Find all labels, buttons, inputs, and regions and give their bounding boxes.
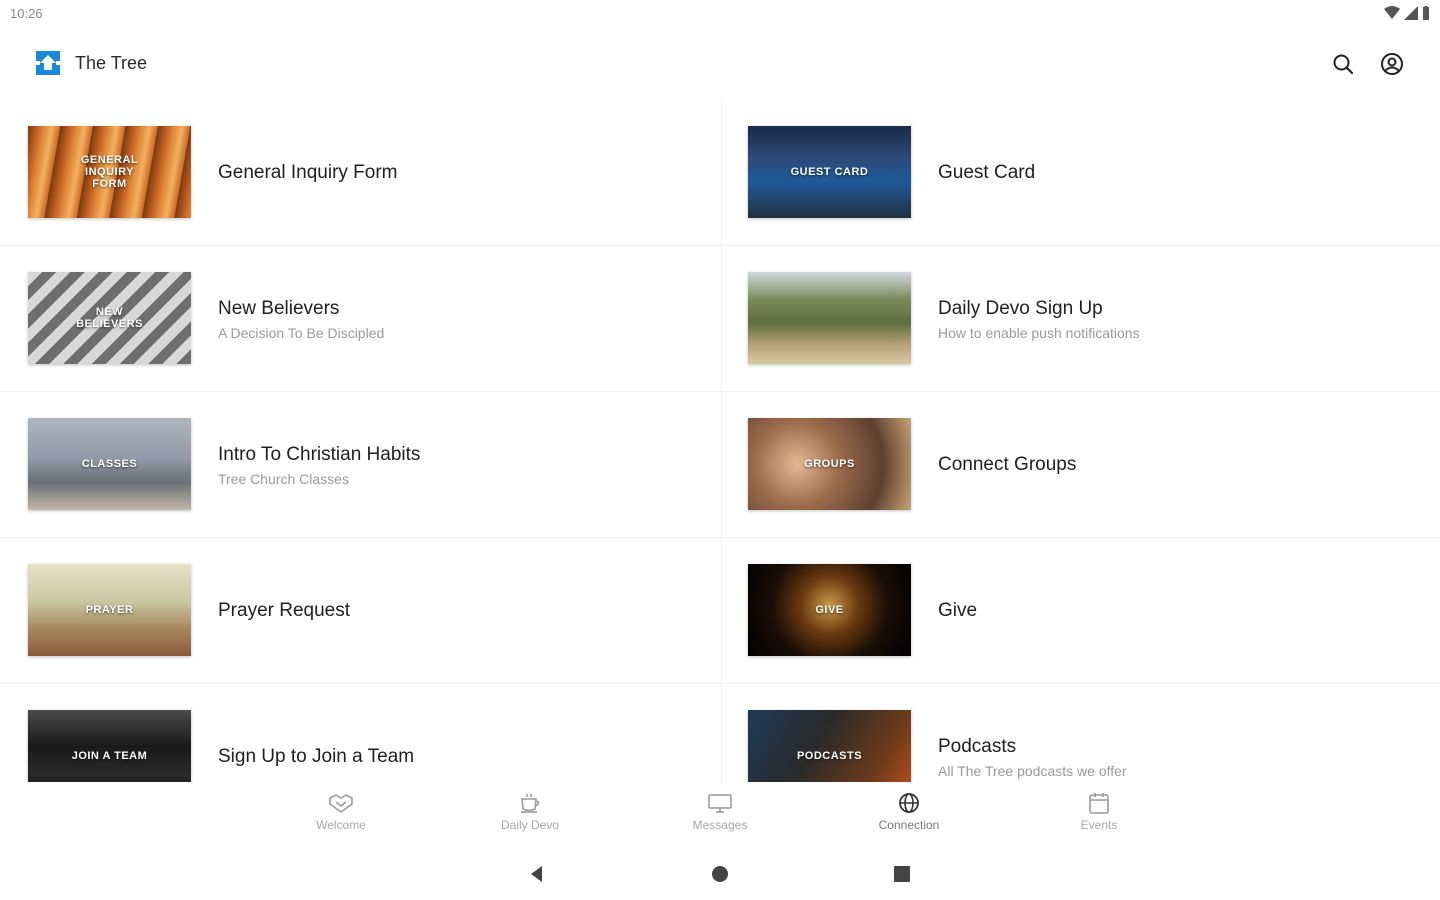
system-recents-button[interactable]	[890, 862, 914, 886]
card-connect-groups[interactable]: GROUPS Connect Groups	[720, 392, 1440, 538]
thumbnail-podcasts: PODCASTS	[748, 710, 911, 782]
system-back-button[interactable]	[525, 862, 549, 886]
back-icon	[531, 866, 542, 882]
thumbnail-label: GENERAL INQUIRY FORM	[80, 154, 139, 190]
card-subtitle: Tree Church Classes	[218, 470, 349, 487]
thumbnail-groups: GROUPS	[748, 418, 911, 510]
card-guest-card[interactable]: GUEST CARD Guest Card	[720, 100, 1440, 246]
calendar-icon	[1089, 793, 1109, 814]
thumbnail-join-a-team: JOIN A TEAM	[28, 710, 191, 782]
system-navigation	[0, 852, 1440, 896]
card-title: Give	[938, 600, 978, 621]
app-title: The Tree	[75, 53, 148, 73]
thumbnail-label: GUEST CARD	[790, 166, 869, 178]
search-button[interactable]	[1329, 50, 1357, 78]
card-podcasts[interactable]: PODCASTS Podcasts All The Tree podcasts …	[720, 684, 1440, 782]
card-title: Sign Up to Join a Team	[218, 746, 415, 767]
card-title: Daily Devo Sign Up	[938, 297, 1103, 319]
card-title: Guest Card	[938, 162, 1036, 183]
card-sign-up-to-join-a-team[interactable]: JOIN A TEAM Sign Up to Join a Team	[0, 684, 720, 782]
thumbnail-general-inquiry: GENERAL INQUIRY FORM	[28, 126, 191, 218]
thumbnail-give: GIVE	[748, 564, 911, 656]
card-title: Prayer Request	[218, 600, 351, 621]
nav-daily-devo[interactable]: Daily Devo	[470, 792, 590, 838]
nav-events[interactable]: Events	[1039, 792, 1159, 838]
card-general-inquiry-form[interactable]: GENERAL INQUIRY FORM General Inquiry For…	[0, 100, 720, 246]
globe-icon	[899, 793, 919, 813]
status-time: 10:26	[10, 6, 43, 21]
card-new-believers[interactable]: NEW BELIEVERS New Believers A Decision T…	[0, 246, 720, 392]
account-icon	[1381, 53, 1403, 75]
card-intro-to-christian-habits[interactable]: CLASSES Intro To Christian Habits Tree C…	[0, 392, 720, 538]
bottom-navigation: Welcome Daily Devo Messages Connection E…	[0, 782, 1440, 840]
status-icons	[1384, 6, 1430, 20]
app-bar: The Tree	[0, 36, 1440, 92]
nav-label: Events	[1080, 818, 1118, 832]
battery-icon	[1423, 6, 1429, 20]
thumbnail-prayer: PRAYER	[28, 564, 191, 656]
thumbnail-label: PODCASTS	[796, 750, 863, 762]
search-icon	[1333, 54, 1354, 75]
card-title: General Inquiry Form	[218, 162, 398, 183]
nav-connection[interactable]: Connection	[849, 792, 969, 838]
card-subtitle: How to enable push notifications	[938, 324, 1140, 341]
thumbnail-guest-card: GUEST CARD	[748, 126, 911, 218]
thumbnail-label: GROUPS	[804, 458, 855, 470]
status-bar: 10:26	[0, 0, 1440, 28]
thumbnail-label: PRAYER	[85, 604, 134, 616]
tree-logo-icon	[36, 51, 60, 75]
thumbnail-label: CLASSES	[81, 458, 138, 470]
nav-messages[interactable]: Messages	[660, 792, 780, 838]
card-subtitle: All The Tree podcasts we offer	[938, 762, 1127, 779]
nav-label: Messages	[692, 818, 748, 832]
thumbnail-daily-devo	[748, 272, 911, 364]
thumbnail-classes: CLASSES	[28, 418, 191, 510]
card-prayer-request[interactable]: PRAYER Prayer Request	[0, 538, 720, 684]
card-title: New Believers	[218, 297, 340, 319]
card-title: Intro To Christian Habits	[218, 443, 421, 465]
wifi-icon	[1384, 6, 1400, 19]
home-icon	[712, 866, 728, 882]
thumbnail-label: JOIN A TEAM	[71, 750, 148, 762]
coffee-cup-icon	[521, 794, 540, 813]
card-title: Connect Groups	[938, 454, 1077, 475]
thumbnail-label: GIVE	[815, 604, 844, 616]
nav-label: Connection	[878, 818, 940, 832]
system-home-button[interactable]	[708, 862, 732, 886]
card-give[interactable]: GIVE Give	[720, 538, 1440, 684]
card-subtitle: A Decision To Be Discipled	[218, 324, 385, 341]
recents-icon	[894, 866, 910, 882]
handshake-icon	[329, 794, 353, 813]
thumbnail-new-believers: NEW BELIEVERS	[28, 272, 191, 364]
account-button[interactable]	[1378, 50, 1406, 78]
card-daily-devo-sign-up[interactable]: Daily Devo Sign Up How to enable push no…	[720, 246, 1440, 392]
nav-welcome[interactable]: Welcome	[281, 792, 401, 838]
monitor-icon	[708, 794, 732, 813]
thumbnail-label: NEW BELIEVERS	[76, 306, 143, 330]
connection-list: GENERAL INQUIRY FORM General Inquiry For…	[0, 100, 1440, 782]
nav-label: Daily Devo	[500, 818, 560, 832]
nav-label: Welcome	[316, 818, 366, 832]
card-title: Podcasts	[938, 735, 1017, 757]
signal-icon	[1404, 6, 1418, 20]
